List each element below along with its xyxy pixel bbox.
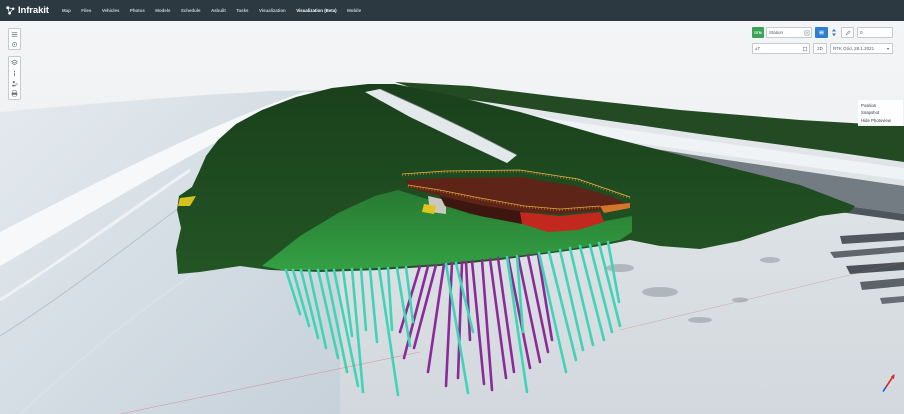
crosshair-icon — [11, 41, 18, 47]
stepper-icon[interactable] — [830, 27, 838, 38]
nav-item-models[interactable]: Models — [155, 8, 170, 13]
print-icon — [11, 90, 18, 97]
nav-item-tasks[interactable]: Tasks — [236, 8, 248, 13]
nav-item-photos[interactable]: Photos — [130, 8, 145, 13]
station-select[interactable]: Station — [766, 27, 812, 38]
nav-item-files[interactable]: Files — [81, 8, 91, 13]
user-location-button[interactable] — [9, 78, 21, 88]
info-button[interactable] — [9, 68, 21, 78]
info-icon — [13, 70, 16, 76]
nav-item-asbuilt[interactable]: Asbuilt — [211, 8, 226, 13]
chevron-down-icon — [886, 48, 889, 50]
layer-toggle-badge[interactable]: DTM — [752, 27, 764, 38]
layers-button[interactable] — [9, 58, 21, 68]
list-button[interactable] — [815, 27, 828, 38]
left-toolbar-top — [8, 28, 21, 50]
elevation-field[interactable]: ±7 — [752, 43, 810, 54]
top-navigation-bar: Infrakit Map Files Vehicles Photos Model… — [0, 0, 904, 21]
left-toolbar-bottom — [8, 56, 21, 100]
layers-icon — [11, 59, 18, 66]
3d-viewport[interactable] — [0, 21, 904, 414]
menu-item-snapshot[interactable]: Snapshot — [861, 109, 900, 116]
menu-item-hide-photoview[interactable]: Hide Photoview — [861, 117, 900, 124]
locate-button[interactable] — [9, 39, 21, 49]
offset-field[interactable]: 0 — [857, 27, 893, 38]
compass-icon[interactable] — [880, 371, 898, 393]
nav-item-visualization[interactable]: Visualization — [259, 8, 286, 13]
print-button[interactable] — [9, 89, 21, 99]
nav-item-visualization-beta[interactable]: Visualization (Beta) — [296, 8, 336, 13]
view-mode-2d-button[interactable]: 2D — [813, 43, 827, 54]
basemap-select-value: RTK Grid, 28.1.2021 — [833, 46, 875, 51]
list-icon — [819, 30, 824, 35]
view-controls-panel: DTM Station 0 ±7 2D RTK Grid, 28.1.2021 — [752, 27, 894, 57]
nav-item-map[interactable]: Map — [62, 8, 71, 13]
menu-item-position[interactable]: Position — [861, 102, 900, 109]
elevation-value: ±7 — [755, 46, 760, 51]
nav-item-schedule[interactable]: Schedule — [181, 8, 201, 13]
app-logo[interactable]: Infrakit — [5, 4, 49, 17]
main-nav: Map Files Vehicles Photos Models Schedul… — [62, 0, 361, 21]
scene-canvas[interactable] — [0, 21, 904, 414]
app-name: Infrakit — [18, 5, 49, 16]
nav-item-mobile[interactable]: Mobile — [347, 8, 361, 13]
expand-icon — [804, 30, 809, 36]
viewport-context-menu: Position Snapshot Hide Photoview — [858, 100, 903, 126]
edit-button[interactable] — [841, 27, 854, 38]
menu-button[interactable] — [9, 30, 21, 40]
infrakit-logo-icon — [6, 6, 15, 15]
crop-icon — [802, 46, 807, 52]
edit-icon — [845, 30, 850, 35]
basemap-select[interactable]: RTK Grid, 28.1.2021 — [830, 43, 893, 54]
user-location-icon — [11, 80, 18, 87]
station-select-value: Station — [769, 30, 784, 35]
menu-icon — [11, 32, 18, 37]
nav-item-vehicles[interactable]: Vehicles — [102, 8, 120, 13]
